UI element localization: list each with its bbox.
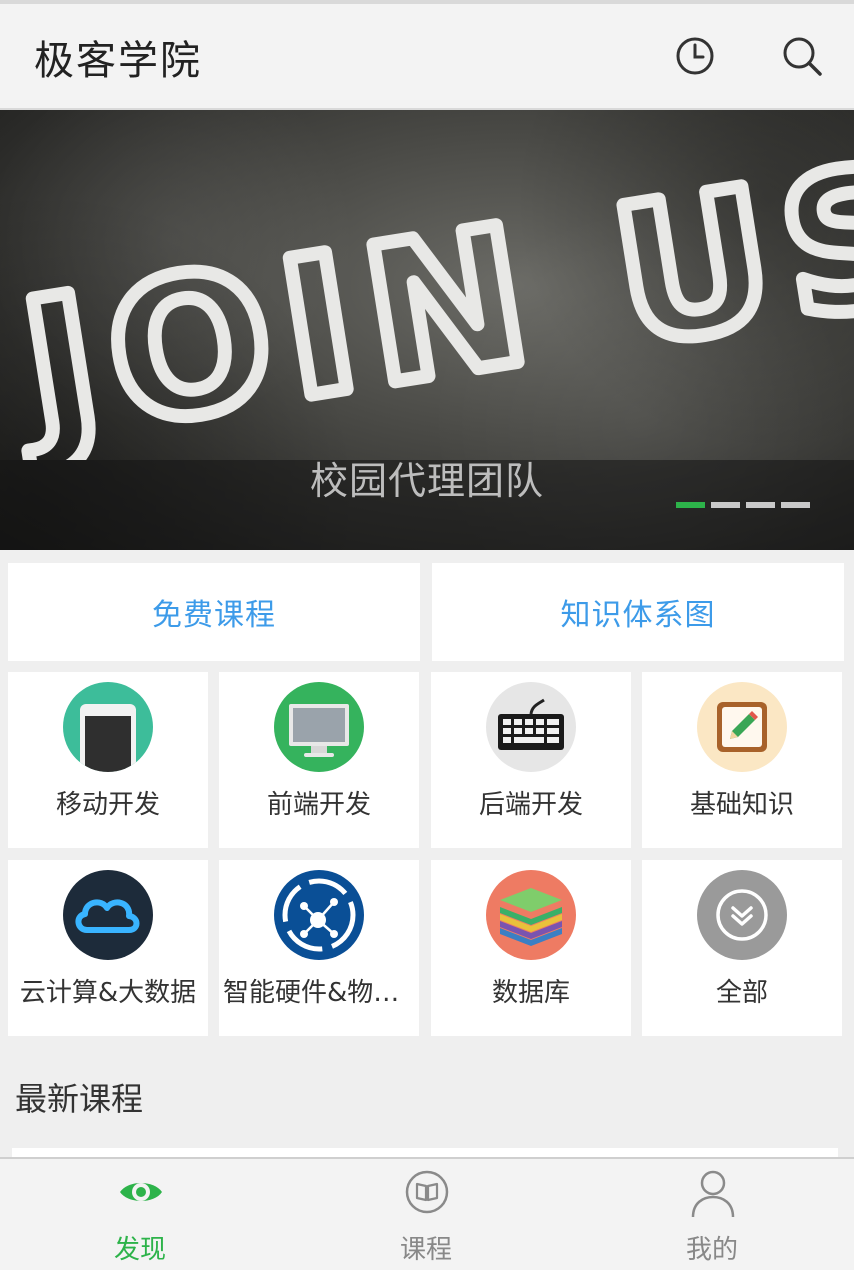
cloud-icon	[63, 870, 153, 960]
banner-image-text: JOIN US!	[0, 110, 854, 460]
latest-courses-heading: 最新课程	[15, 1080, 144, 1118]
monitor-icon	[274, 682, 364, 772]
category-all[interactable]: 全部	[642, 860, 842, 1036]
search-icon[interactable]	[780, 34, 824, 78]
category-iot-hardware[interactable]: 智能硬件&物联…	[219, 860, 419, 1036]
free-courses-button[interactable]: 免费课程	[8, 563, 420, 661]
category-database[interactable]: 数据库	[431, 860, 631, 1036]
tab-courses[interactable]: 课程	[356, 1159, 496, 1270]
keyboard-icon	[486, 682, 576, 772]
eye-icon	[120, 1183, 162, 1201]
banner-chalk-text: JOIN US!	[0, 110, 854, 460]
book-icon	[405, 1170, 449, 1214]
category-label: 智能硬件&物联…	[223, 978, 419, 1008]
category-label: 云计算&大数据	[19, 978, 197, 1008]
category-fundamentals[interactable]: 基础知识	[642, 672, 842, 848]
stacked-layers-icon	[486, 870, 576, 960]
category-label: 全部	[715, 978, 768, 1008]
clock-icon[interactable]	[673, 34, 717, 78]
category-label: 基础知识	[689, 790, 794, 820]
bottom-tab-bar: 发现 课程 我的	[0, 1157, 854, 1270]
person-icon	[691, 1170, 735, 1218]
iot-network-icon	[274, 870, 364, 960]
category-mobile-dev[interactable]: 移动开发	[8, 672, 208, 848]
tab-label: 我的	[685, 1235, 738, 1265]
knowledge-map-button[interactable]: 知识体系图	[432, 563, 844, 661]
promo-banner[interactable]: JOIN US! 校园代理团队	[0, 110, 854, 550]
carousel-dot[interactable]	[711, 502, 740, 508]
category-cloud-bigdata[interactable]: 云计算&大数据	[8, 860, 208, 1036]
category-label: 数据库	[491, 978, 570, 1008]
notebook-pencil-icon	[697, 682, 787, 772]
tab-discover[interactable]: 发现	[70, 1159, 210, 1270]
carousel-dot[interactable]	[781, 502, 810, 508]
chevron-double-down-icon	[697, 870, 787, 960]
carousel-dot[interactable]	[746, 502, 775, 508]
category-frontend-dev[interactable]: 前端开发	[219, 672, 419, 848]
carousel-indicator	[676, 502, 810, 508]
banner-caption: 校园代理团队	[309, 459, 544, 503]
carousel-dot-active[interactable]	[676, 502, 705, 508]
tab-label: 课程	[399, 1235, 452, 1265]
app-title: 极客学院	[34, 38, 202, 84]
phone-icon	[63, 682, 153, 772]
tab-me[interactable]: 我的	[642, 1159, 782, 1270]
category-backend-dev[interactable]: 后端开发	[431, 672, 631, 848]
category-label: 后端开发	[478, 790, 583, 820]
category-label: 移动开发	[55, 790, 160, 820]
category-label: 前端开发	[266, 790, 371, 820]
tab-label: 发现	[113, 1235, 166, 1265]
app-header: 极客学院	[0, 0, 854, 110]
